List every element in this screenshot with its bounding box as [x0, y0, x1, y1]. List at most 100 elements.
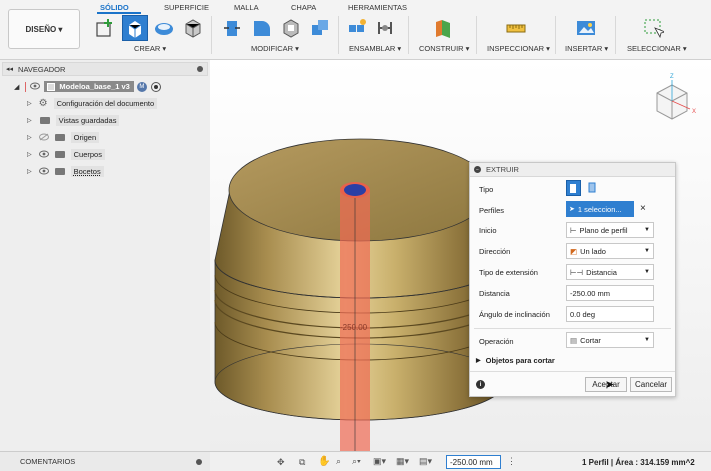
tab-tools[interactable]: HERRAMIENTAS	[348, 3, 407, 12]
fillet-icon[interactable]	[250, 17, 272, 39]
viewports-icon[interactable]: ▤▾	[419, 456, 432, 467]
expand-caret-icon[interactable]: ▶	[476, 357, 481, 364]
tab-mesh[interactable]: MALLA	[234, 3, 259, 12]
joint-icon[interactable]	[374, 17, 396, 39]
pin-icon[interactable]	[197, 66, 203, 72]
document-icon	[47, 82, 56, 91]
tab-surface[interactable]: SUPERFICIE	[164, 3, 209, 12]
tree-item-label: Cuerpos	[70, 149, 105, 160]
type-solid-icon[interactable]	[566, 180, 581, 196]
visibility-eye-icon[interactable]	[38, 167, 49, 177]
navigation-bar: ✥ ⧉ ✋ ⌕ ⌕▾ ▣▾ ▦▾ ▤▾ -250.00 mm ⋮ 1 Perfi…	[210, 451, 711, 471]
modify-menu[interactable]: MODIFICAR ▾	[251, 44, 299, 53]
tree-item-sketches[interactable]: ▷ Bocetos	[27, 165, 104, 178]
dialog-header[interactable]: − EXTRUIR	[470, 163, 675, 177]
visibility-eye-icon[interactable]	[38, 150, 49, 160]
zoom-window-icon[interactable]: ⌕▾	[352, 456, 361, 467]
dimension-label[interactable]: -250.00	[340, 323, 368, 332]
press-pull-icon[interactable]	[221, 17, 243, 39]
toolbar-divider	[338, 16, 339, 54]
tree-root[interactable]: ◢ Modeloa_base_1 v3 M	[14, 80, 161, 93]
selected-profile[interactable]	[344, 184, 366, 196]
workspace-dropdown[interactable]: DISEÑO ▾	[8, 9, 80, 49]
orbit-icon[interactable]: ✥	[277, 457, 285, 468]
objects-to-cut-label: Objetos para cortar	[485, 356, 555, 365]
grid-settings-icon[interactable]: ▦▾	[396, 456, 409, 467]
expand-caret-icon[interactable]: ◢	[14, 83, 19, 91]
more-options-icon[interactable]: ⋮	[507, 456, 516, 467]
objects-to-cut-section[interactable]: ▶ Objetos para cortar	[476, 356, 555, 365]
tree-item-bodies[interactable]: ▷ Cuerpos	[27, 148, 105, 161]
insert-image-icon[interactable]	[575, 17, 597, 39]
viewcube[interactable]: Z X	[647, 68, 702, 128]
profile-plane-icon: ⊢	[570, 225, 577, 235]
comments-panel[interactable]: COMENTARIOS	[0, 451, 210, 471]
document-name[interactable]: Modeloa_base_1 v3	[44, 81, 134, 92]
tree-item-label: Vistas guardadas	[55, 115, 120, 126]
tree-item-saved-views[interactable]: ▷ Vistas guardadas	[27, 114, 120, 127]
info-icon[interactable]: i	[476, 380, 485, 389]
type-thin-icon[interactable]	[585, 180, 600, 196]
toolbar-divider	[615, 16, 616, 54]
collapse-panel-icon[interactable]: ◂◂	[6, 65, 13, 73]
dropdown-arrow-icon: ▼	[644, 248, 650, 254]
dropdown-arrow-icon: ▼	[644, 337, 650, 343]
measure-icon[interactable]	[505, 17, 527, 39]
display-settings-icon[interactable]: ▣▾	[373, 456, 386, 467]
construct-plane-icon[interactable]	[432, 17, 454, 39]
cancel-button[interactable]: Cancelar	[630, 377, 672, 392]
dialog-title: EXTRUIR	[486, 165, 519, 174]
activate-radio-icon[interactable]	[150, 81, 161, 92]
expand-caret-icon[interactable]: ▷	[27, 168, 32, 175]
insert-menu[interactable]: INSERTAR ▾	[565, 44, 608, 53]
operation-label: Operación	[479, 337, 514, 346]
axis-x-label: X	[692, 109, 696, 115]
new-component-icon[interactable]	[346, 17, 368, 39]
toolbar-divider	[555, 16, 556, 54]
inspect-menu[interactable]: INSPECCIONAR ▾	[487, 44, 550, 53]
pan-icon[interactable]: ✋	[318, 456, 330, 467]
create-sketch-icon[interactable]	[94, 17, 116, 39]
taper-angle-label: Ángulo de inclinación	[479, 310, 550, 319]
expand-caret-icon[interactable]: ▷	[27, 100, 32, 107]
select-menu[interactable]: SELECCIONAR ▾	[627, 44, 687, 53]
expand-caret-icon[interactable]: ▷	[27, 134, 32, 141]
distance-heads-up-input[interactable]: -250.00 mm	[446, 455, 501, 469]
mouse-cursor-icon: ➤	[605, 379, 615, 391]
taper-angle-input[interactable]: 0.0 deg	[566, 306, 654, 322]
revolve-icon[interactable]	[153, 17, 175, 39]
operation-dropdown[interactable]: ▤ Cortar ▼	[566, 332, 654, 348]
active-tab-indicator	[97, 12, 141, 14]
tree-item-document-settings[interactable]: ▷ ⚙ Configuración del documento	[27, 97, 158, 110]
profiles-selection[interactable]: ➤ 1 seleccion...	[566, 201, 634, 217]
extrude-icon[interactable]	[122, 15, 148, 41]
select-window-icon[interactable]	[642, 17, 664, 39]
collapse-dialog-icon[interactable]: −	[474, 166, 481, 173]
tab-solid[interactable]: SÓLIDO	[100, 3, 129, 12]
assemble-menu[interactable]: ENSAMBLAR ▾	[349, 44, 401, 53]
start-dropdown[interactable]: ⊢ Plano de perfil ▼	[566, 222, 654, 238]
tab-sheet-metal[interactable]: CHAPA	[291, 3, 316, 12]
visibility-eye-icon[interactable]	[30, 82, 41, 92]
expand-caret-icon[interactable]: ▷	[27, 151, 32, 158]
combine-icon[interactable]	[309, 17, 331, 39]
distance-input[interactable]: -250.00 mm	[566, 285, 654, 301]
box-icon[interactable]	[182, 17, 204, 39]
gear-icon: ⚙	[38, 98, 48, 109]
extent-type-dropdown[interactable]: ⊢⊣ Distancia ▼	[566, 264, 654, 280]
hidden-eye-icon[interactable]	[38, 133, 49, 143]
toolbar-divider	[211, 16, 212, 54]
shell-icon[interactable]	[280, 17, 302, 39]
dropdown-arrow-icon: ▼	[644, 227, 650, 233]
look-at-icon[interactable]: ⧉	[299, 457, 305, 468]
toolbar-divider	[408, 16, 409, 54]
construct-menu[interactable]: CONSTRUIR ▾	[419, 44, 469, 53]
zoom-icon[interactable]: ⌕	[336, 456, 341, 467]
tree-item-origin[interactable]: ▷ Origen	[27, 131, 100, 144]
create-menu[interactable]: CREAR ▾	[134, 44, 166, 53]
clear-selection-icon[interactable]: ×	[640, 203, 646, 214]
add-comment-icon[interactable]	[196, 459, 202, 465]
direction-dropdown[interactable]: ◩ Un lado ▼	[566, 243, 654, 259]
tree-item-label: Origen	[70, 132, 100, 143]
expand-caret-icon[interactable]: ▷	[27, 117, 32, 124]
